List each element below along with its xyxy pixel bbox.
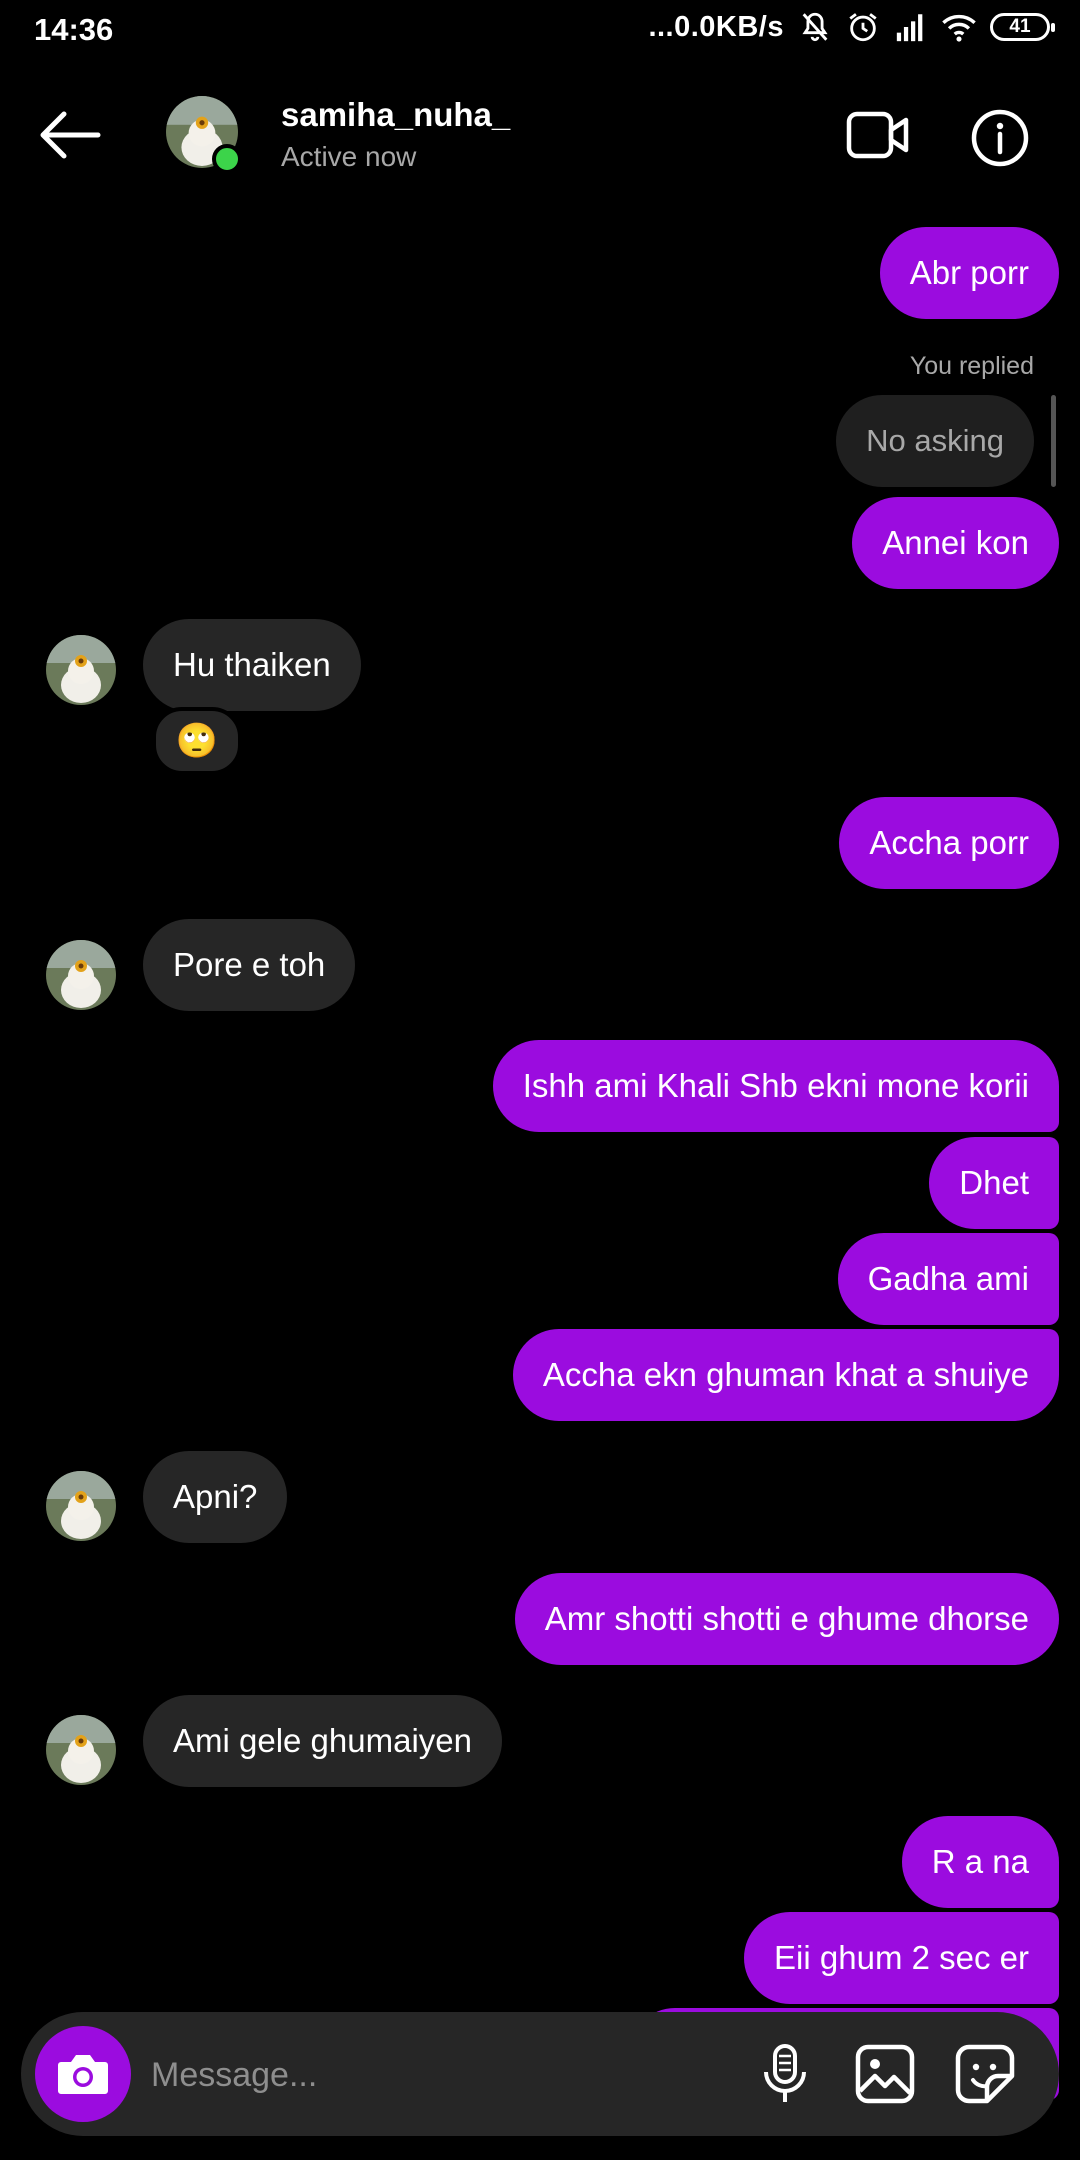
message-incoming[interactable]: Apni? xyxy=(143,1451,288,1543)
info-icon[interactable] xyxy=(970,108,1030,168)
wifi-icon xyxy=(942,14,976,42)
battery-icon: 41 xyxy=(990,13,1055,41)
message-outgoing[interactable]: Dhet xyxy=(929,1137,1059,1229)
gallery-icon[interactable] xyxy=(853,2042,917,2106)
message-incoming[interactable]: Pore e toh xyxy=(143,919,356,1011)
camera-button[interactable] xyxy=(35,2026,131,2122)
reply-indicator-bar xyxy=(1051,395,1056,487)
back-arrow-icon[interactable] xyxy=(38,110,102,160)
message-outgoing[interactable]: Eii ghum 2 sec er xyxy=(744,1912,1059,2004)
status-time: 14:36 xyxy=(34,12,114,47)
network-speed: ...0.0KB/s xyxy=(648,10,784,43)
contact-username[interactable]: samiha_nuha_ xyxy=(281,96,510,134)
camera-icon xyxy=(58,2055,108,2094)
avatar[interactable] xyxy=(46,1471,116,1541)
status-bar: 14:36 ...0.0KB/s 41 xyxy=(0,0,1080,62)
message-outgoing[interactable]: R a na xyxy=(901,1816,1059,1908)
chat-header: samiha_nuha_ Active now xyxy=(0,62,1080,212)
status-icons: ...0.0KB/s 41 xyxy=(648,10,1055,44)
message-outgoing[interactable]: Gadha ami xyxy=(837,1233,1059,1325)
online-indicator xyxy=(212,144,242,174)
mute-icon xyxy=(802,12,828,42)
video-call-icon[interactable] xyxy=(846,108,910,162)
avatar[interactable] xyxy=(46,635,116,705)
avatar[interactable] xyxy=(46,1715,116,1785)
quoted-message[interactable]: No asking xyxy=(836,395,1034,487)
message-input[interactable] xyxy=(149,2044,713,2106)
reply-label: You replied xyxy=(909,352,1034,380)
reaction-emoji: 🙄 xyxy=(175,722,219,760)
message-outgoing[interactable]: Abr porr xyxy=(879,227,1059,319)
avatar[interactable] xyxy=(46,940,116,1010)
message-composer xyxy=(21,2012,1059,2136)
message-outgoing[interactable]: Amr shotti shotti e ghume dhorse xyxy=(514,1573,1059,1665)
message-incoming[interactable]: Hu thaiken xyxy=(143,619,361,711)
sticker-icon[interactable] xyxy=(953,2042,1017,2106)
microphone-icon[interactable] xyxy=(753,2042,817,2106)
signal-icon xyxy=(896,14,923,42)
message-outgoing[interactable]: Ishh ami Khali Shb ekni mone korii xyxy=(492,1040,1059,1132)
message-incoming[interactable]: Ami gele ghumaiyen xyxy=(143,1695,502,1787)
message-outgoing[interactable]: Accha porr xyxy=(839,797,1059,889)
message-reaction[interactable]: 🙄 xyxy=(152,707,242,775)
message-outgoing[interactable]: Accha ekn ghuman khat a shuiye xyxy=(512,1329,1059,1421)
message-outgoing[interactable]: Annei kon xyxy=(852,497,1059,589)
active-status: Active now xyxy=(281,141,417,172)
alarm-icon xyxy=(849,13,877,42)
